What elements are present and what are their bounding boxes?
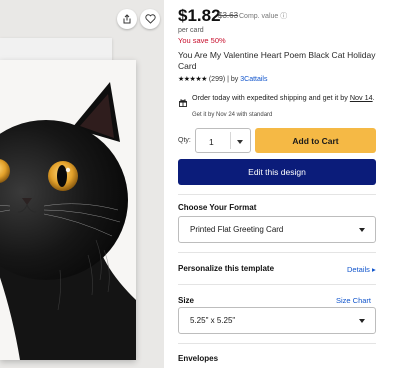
share-icon: [123, 14, 131, 24]
product-title: You Are My Valentine Heart Poem Black Ca…: [178, 50, 376, 71]
edit-design-button[interactable]: Edit this design: [178, 159, 376, 185]
shipping-text: Order today with expedited shipping and …: [192, 93, 348, 102]
review-count[interactable]: (299): [209, 76, 225, 83]
divider: [178, 284, 376, 285]
size-select[interactable]: 5.25" x 5.25": [178, 307, 376, 334]
heart-icon: [144, 14, 156, 24]
shipping-period: .: [372, 93, 375, 102]
shipping-estimate: Order today with expedited shipping and …: [192, 93, 380, 103]
envelopes-label[interactable]: Envelopes: [178, 354, 218, 363]
savings-text: You save 50%: [178, 36, 226, 45]
divider: [178, 343, 376, 344]
black-cat-illustration: [0, 82, 136, 360]
standard-shipping-text: Get it by Nov 24 with standard: [192, 112, 273, 118]
per-unit-label: per card: [178, 27, 204, 34]
chevron-down-icon: [359, 228, 365, 232]
rating-row: ★★★★★ (299) | by 3Cattails: [178, 75, 267, 83]
card-front-image[interactable]: [0, 60, 136, 360]
quantity-divider: [230, 132, 231, 149]
gift-icon: [179, 94, 187, 107]
add-to-cart-button[interactable]: Add to Cart: [255, 128, 376, 153]
rating-stars-icon[interactable]: ★★★★★: [178, 76, 207, 83]
size-selected: 5.25" x 5.25": [190, 316, 236, 325]
size-chart-link[interactable]: Size Chart: [336, 296, 371, 305]
product-image-area: [0, 0, 164, 368]
chevron-down-icon: [359, 319, 365, 323]
chevron-down-icon: [237, 140, 243, 144]
share-button[interactable]: [117, 9, 137, 29]
price: $1.82: [178, 6, 221, 25]
quantity-select[interactable]: 1: [195, 128, 251, 153]
shipping-date[interactable]: Nov 14: [350, 93, 373, 102]
divider: [178, 194, 376, 195]
format-label: Choose Your Format: [178, 203, 257, 212]
details-link[interactable]: Details ▸: [347, 265, 376, 274]
divider: [178, 252, 376, 253]
format-select[interactable]: Printed Flat Greeting Card: [178, 216, 376, 243]
seller-link[interactable]: 3Cattails: [240, 76, 267, 83]
old-price: $3.63: [218, 11, 239, 20]
qty-label: Qty:: [178, 137, 191, 144]
format-selected: Printed Flat Greeting Card: [190, 225, 284, 234]
quantity-value: 1: [209, 137, 214, 147]
comp-value-info[interactable]: Comp. value ⓘ: [239, 11, 287, 21]
size-label: Size: [178, 296, 195, 305]
personalize-label: Personalize this template: [178, 264, 275, 273]
favorite-button[interactable]: [140, 9, 160, 29]
by-label: | by: [227, 76, 239, 83]
